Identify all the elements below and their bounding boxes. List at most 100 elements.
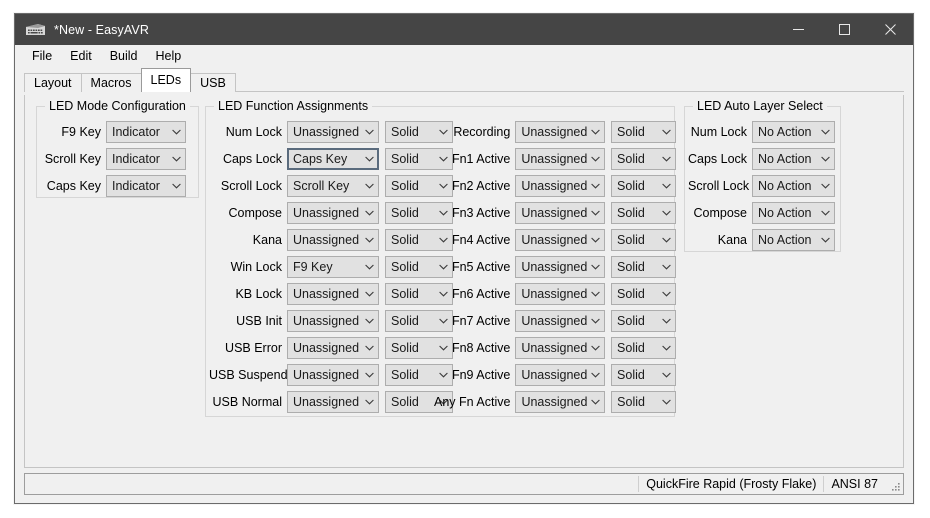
combo-value: Unassigned bbox=[288, 206, 361, 220]
combo-mode-f9-key[interactable]: Indicator bbox=[106, 121, 186, 143]
tab-leds[interactable]: LEDs bbox=[141, 68, 192, 92]
combo-func-fn2-active-mode[interactable]: Solid bbox=[611, 175, 676, 197]
keyboard-icon bbox=[24, 22, 46, 38]
combo-func-any-fn-active-mode[interactable]: Solid bbox=[611, 391, 676, 413]
combo-value: Solid bbox=[386, 368, 435, 382]
combo-func-caps-lock-assignment[interactable]: Caps Key bbox=[287, 148, 379, 170]
combo-func-usb-init-assignment[interactable]: Unassigned bbox=[287, 310, 379, 332]
chevron-down-icon bbox=[361, 291, 378, 297]
combo-func-fn3-active-mode[interactable]: Solid bbox=[611, 202, 676, 224]
combo-value: Unassigned bbox=[288, 125, 361, 139]
tab-layout[interactable]: Layout bbox=[24, 73, 82, 92]
combo-value: Caps Key bbox=[288, 152, 361, 166]
combo-func-fn1-active-mode[interactable]: Solid bbox=[611, 148, 676, 170]
combo-func-fn7-active-assignment[interactable]: Unassigned bbox=[515, 310, 605, 332]
application-window: *New - EasyAVR File Edit Build Help bbox=[14, 13, 914, 504]
combo-value: Solid bbox=[612, 314, 658, 328]
combo-func-compose-assignment[interactable]: Unassigned bbox=[287, 202, 379, 224]
menu-item-edit[interactable]: Edit bbox=[61, 47, 101, 66]
row-func-usb-error: USB ErrorUnassignedSolid bbox=[209, 337, 459, 359]
combo-func-num-lock-assignment[interactable]: Unassigned bbox=[287, 121, 379, 143]
combo-func-fn8-active-assignment[interactable]: Unassigned bbox=[515, 337, 605, 359]
combo-value: Solid bbox=[612, 287, 658, 301]
chevron-down-icon bbox=[168, 156, 185, 162]
combo-mode-caps-key[interactable]: Indicator bbox=[106, 175, 186, 197]
combo-value: No Action bbox=[753, 233, 817, 247]
chevron-down-icon bbox=[361, 129, 378, 135]
row-func-fn9-active: Fn9 ActiveUnassignedSolid bbox=[434, 364, 676, 386]
combo-func-fn4-active-assignment[interactable]: Unassigned bbox=[515, 229, 605, 251]
row-func-usb-normal: USB NormalUnassignedSolid bbox=[209, 391, 459, 413]
chevron-down-icon bbox=[658, 399, 675, 405]
combo-func-fn1-active-assignment[interactable]: Unassigned bbox=[515, 148, 605, 170]
combo-layer-caps-lock[interactable]: No Action bbox=[752, 148, 835, 170]
combo-func-recording-assignment[interactable]: Unassigned bbox=[515, 121, 605, 143]
combo-func-fn2-active-assignment[interactable]: Unassigned bbox=[515, 175, 605, 197]
combo-layer-compose[interactable]: No Action bbox=[752, 202, 835, 224]
combo-func-scroll-lock-assignment[interactable]: Scroll Key bbox=[287, 175, 379, 197]
combo-value: Solid bbox=[386, 260, 435, 274]
combo-mode-scroll-key[interactable]: Indicator bbox=[106, 148, 186, 170]
combo-layer-scroll-lock[interactable]: No Action bbox=[752, 175, 835, 197]
combo-func-usb-suspend-assignment[interactable]: Unassigned bbox=[287, 364, 379, 386]
combo-value: Solid bbox=[612, 206, 658, 220]
combo-layer-kana[interactable]: No Action bbox=[752, 229, 835, 251]
chevron-down-icon bbox=[658, 237, 675, 243]
combo-func-fn5-active-assignment[interactable]: Unassigned bbox=[515, 256, 605, 278]
combo-func-any-fn-active-assignment[interactable]: Unassigned bbox=[515, 391, 605, 413]
combo-value: Indicator bbox=[107, 152, 168, 166]
combo-func-fn5-active-mode[interactable]: Solid bbox=[611, 256, 676, 278]
combo-func-usb-normal-assignment[interactable]: Unassigned bbox=[287, 391, 379, 413]
label-mode-caps-key: Caps Key bbox=[40, 179, 106, 193]
combo-func-fn6-active-assignment[interactable]: Unassigned bbox=[515, 283, 605, 305]
combo-value: Solid bbox=[612, 233, 658, 247]
combo-value: Unassigned bbox=[516, 368, 587, 382]
chevron-down-icon bbox=[587, 399, 604, 405]
combo-layer-num-lock[interactable]: No Action bbox=[752, 121, 835, 143]
combo-func-fn4-active-mode[interactable]: Solid bbox=[611, 229, 676, 251]
combo-value: No Action bbox=[753, 152, 817, 166]
combo-func-usb-error-assignment[interactable]: Unassigned bbox=[287, 337, 379, 359]
combo-func-fn7-active-mode[interactable]: Solid bbox=[611, 310, 676, 332]
combo-func-fn6-active-mode[interactable]: Solid bbox=[611, 283, 676, 305]
label-layer-num-lock: Num Lock bbox=[688, 125, 752, 139]
tab-usb[interactable]: USB bbox=[190, 73, 236, 92]
combo-func-fn9-active-mode[interactable]: Solid bbox=[611, 364, 676, 386]
chevron-down-icon bbox=[658, 345, 675, 351]
label-func-caps-lock: Caps Lock bbox=[209, 152, 287, 166]
combo-func-kb-lock-assignment[interactable]: Unassigned bbox=[287, 283, 379, 305]
combo-value: Unassigned bbox=[288, 314, 361, 328]
tab-macros[interactable]: Macros bbox=[81, 73, 142, 92]
combo-func-fn3-active-assignment[interactable]: Unassigned bbox=[515, 202, 605, 224]
tab-bar: Layout Macros LEDs USB bbox=[24, 68, 904, 92]
chevron-down-icon bbox=[658, 129, 675, 135]
maximize-button[interactable] bbox=[821, 14, 867, 45]
chevron-down-icon bbox=[658, 210, 675, 216]
chevron-down-icon bbox=[587, 210, 604, 216]
menu-item-file[interactable]: File bbox=[23, 47, 61, 66]
combo-value: Solid bbox=[612, 395, 658, 409]
menu-bar: File Edit Build Help bbox=[15, 45, 913, 68]
combo-value: F9 Key bbox=[288, 260, 361, 274]
row-func-fn5-active: Fn5 ActiveUnassignedSolid bbox=[434, 256, 676, 278]
combo-value: Unassigned bbox=[516, 287, 587, 301]
combo-value: Unassigned bbox=[288, 341, 361, 355]
menu-item-build[interactable]: Build bbox=[101, 47, 147, 66]
combo-value: Unassigned bbox=[288, 368, 361, 382]
minimize-button[interactable] bbox=[775, 14, 821, 45]
chevron-down-icon bbox=[817, 129, 834, 135]
resize-grip-icon[interactable] bbox=[885, 474, 903, 494]
close-button[interactable] bbox=[867, 14, 913, 45]
combo-func-fn8-active-mode[interactable]: Solid bbox=[611, 337, 676, 359]
combo-func-fn9-active-assignment[interactable]: Unassigned bbox=[515, 364, 605, 386]
combo-func-recording-mode[interactable]: Solid bbox=[611, 121, 676, 143]
combo-func-kana-assignment[interactable]: Unassigned bbox=[287, 229, 379, 251]
row-func-fn6-active: Fn6 ActiveUnassignedSolid bbox=[434, 283, 676, 305]
combo-value: Solid bbox=[612, 179, 658, 193]
label-func-usb-suspend: USB Suspend bbox=[209, 368, 287, 382]
chevron-down-icon bbox=[587, 345, 604, 351]
status-keyboard: QuickFire Rapid (Frosty Flake) bbox=[639, 474, 823, 494]
menu-item-help[interactable]: Help bbox=[147, 47, 191, 66]
row-layer-compose: ComposeNo Action bbox=[688, 202, 838, 224]
combo-func-win-lock-assignment[interactable]: F9 Key bbox=[287, 256, 379, 278]
